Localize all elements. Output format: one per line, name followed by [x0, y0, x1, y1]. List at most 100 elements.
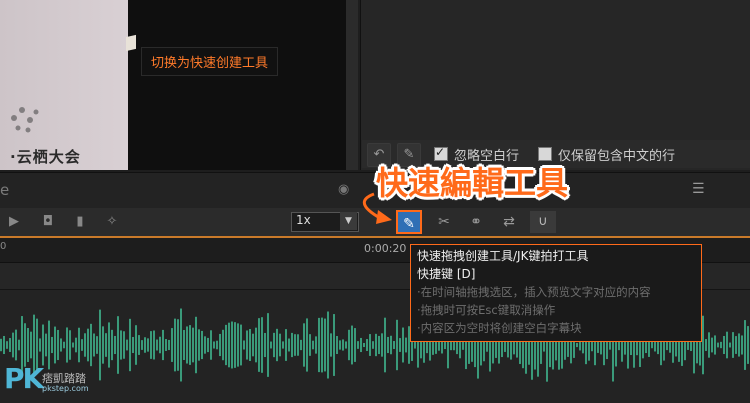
waveform-bar — [108, 322, 110, 368]
camera-icon[interactable]: ◘ — [38, 212, 58, 232]
waveform-bar — [720, 341, 722, 349]
waveform-bar — [195, 316, 197, 374]
keep-chinese-label: 仅保留包含中文的行 — [558, 149, 676, 164]
waveform-bar — [186, 326, 188, 364]
swap-icon[interactable]: ⇄ — [497, 211, 521, 233]
waveform-bar — [213, 341, 215, 349]
waveform-bar — [330, 333, 332, 357]
waveform-bar — [741, 335, 743, 355]
watermark-logo: PK — [4, 362, 44, 395]
waveform-bar — [702, 315, 704, 375]
waveform-bar — [114, 335, 116, 355]
waveform-bar — [201, 330, 203, 360]
tooltip-line: ·在时间轴拖拽选区，插入预览文字对应的内容 — [417, 285, 651, 299]
magnet-icon[interactable]: ∪ — [530, 211, 556, 233]
waveform-bar — [177, 319, 179, 371]
waveform-bar — [228, 322, 230, 368]
waveform-bar — [96, 336, 98, 354]
waveform-bar — [264, 332, 266, 358]
waveform-bar — [39, 338, 41, 352]
waveform-bar — [243, 340, 245, 350]
waveform-bar — [15, 329, 17, 361]
watermark: PK 痞凱踏踏 pkstep.com — [4, 362, 124, 402]
waveform-bar — [192, 327, 194, 363]
waveform-bar — [225, 324, 227, 366]
waveform-bar — [318, 317, 320, 373]
link-icon[interactable]: ⚭ — [464, 211, 488, 233]
waveform-bar — [414, 341, 416, 349]
waveform-bar — [87, 328, 89, 362]
timeline-title: e — [0, 181, 10, 199]
waveform-bar — [162, 329, 164, 361]
waveform-bar — [45, 333, 47, 357]
waveform-bar — [144, 337, 146, 353]
switch-tool-tooltip: 切换为快速创建工具 — [141, 47, 279, 76]
create-tool-tooltip: 快速拖拽创建工具/JK键拍打工具 快捷键 [D] ·在时间轴拖拽选区，插入预览文… — [410, 244, 702, 342]
waveform-bar — [132, 336, 134, 354]
waveform-bar — [321, 317, 323, 373]
waveform-bar — [189, 325, 191, 365]
waveform-bar — [711, 337, 713, 353]
waveform-bar — [27, 328, 29, 362]
video-dark-area — [128, 0, 346, 170]
waveform-bar — [174, 318, 176, 372]
waveform-bar — [375, 333, 377, 357]
waveform-bar — [156, 339, 158, 351]
waveform-bar — [246, 330, 248, 360]
waveform-bar — [393, 341, 395, 349]
waveform-bar — [72, 342, 74, 348]
waveform-bar — [210, 330, 212, 360]
logo-mark — [11, 107, 39, 133]
waveform-bar — [261, 317, 263, 373]
waveform-bar — [273, 332, 275, 358]
waveform-bar — [222, 329, 224, 361]
tooltip-line: ·拖拽时可按Esc键取消操作 — [417, 303, 556, 317]
waveform-bar — [270, 341, 272, 349]
waveform-bar — [369, 334, 371, 356]
waveform-bar — [234, 322, 236, 368]
waveform-bar — [255, 327, 257, 363]
waveform-bar — [705, 339, 707, 351]
ruler-start-label: 0 — [0, 241, 7, 252]
waveform-bar — [726, 331, 728, 359]
waveform-bar — [78, 327, 80, 363]
waveform-bar — [732, 332, 734, 358]
waveform-bar — [294, 334, 296, 356]
waveform-bar — [207, 337, 209, 353]
waveform-bar — [444, 340, 446, 350]
menu-list-icon[interactable]: ☰ — [692, 181, 705, 197]
video-preview: ·云栖大会 — [0, 0, 358, 170]
waveform-bar — [216, 340, 218, 350]
waveform-bar — [141, 340, 143, 350]
waveform-bar — [735, 336, 737, 354]
waveform-bar — [219, 333, 221, 357]
waveform-bar — [123, 331, 125, 359]
waveform-bar — [237, 323, 239, 367]
waveform-bar — [135, 325, 137, 365]
waveform-bar — [306, 318, 308, 372]
waveform-bar — [168, 339, 170, 351]
watermark-url: pkstep.com — [42, 384, 89, 393]
waveform-bar — [231, 321, 233, 369]
waveform-bar — [576, 342, 578, 348]
waveform-bar — [381, 333, 383, 357]
ruler-time-label: 0:00:20 — [364, 242, 407, 255]
waveform-bar — [51, 336, 53, 354]
waveform-bar — [348, 329, 350, 361]
waveform-bar — [345, 341, 347, 349]
waveform-bar — [198, 329, 200, 361]
waveform-bar — [336, 336, 338, 354]
waveform-bar — [342, 339, 344, 351]
waveform-bar — [138, 335, 140, 355]
magic-wand-icon[interactable]: ✧ — [102, 212, 122, 232]
bookmark-icon[interactable]: ▮ — [70, 212, 90, 232]
waveform-bar — [18, 339, 20, 351]
waveform-bar — [153, 330, 155, 360]
waveform-bar — [276, 328, 278, 362]
waveform-bar — [738, 333, 740, 357]
scissors-icon[interactable]: ✂ — [432, 211, 456, 233]
tooltip-line: ·内容区为空时将创建空白字幕块 — [417, 321, 582, 335]
waveform-bar — [324, 318, 326, 372]
play-icon[interactable]: ▶ — [4, 212, 24, 232]
waveform-bar — [81, 339, 83, 351]
